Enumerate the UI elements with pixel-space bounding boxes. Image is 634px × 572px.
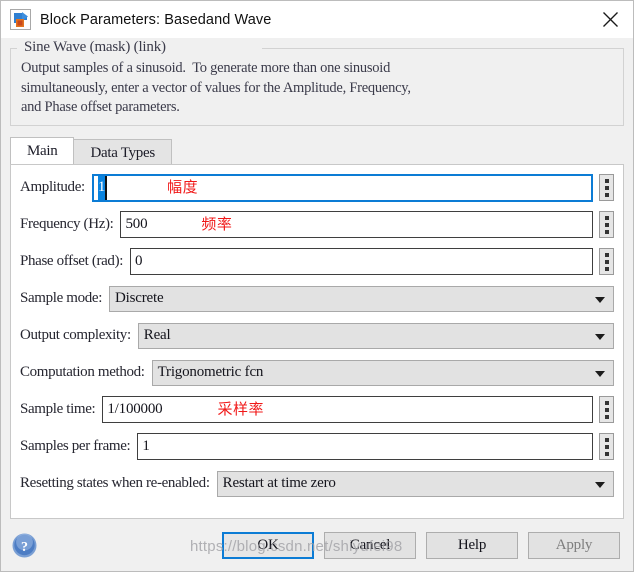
phase-offset-more-button[interactable] [599, 248, 614, 275]
frequency-value: 500 [125, 216, 148, 232]
row-frequency: Frequency (Hz): 500 频率 [20, 210, 614, 240]
amplitude-more-button[interactable] [599, 174, 614, 201]
help-question-icon[interactable]: ? [11, 532, 38, 559]
sample-time-input[interactable]: 1/100000 采样率 [102, 396, 593, 423]
sample-time-annotation: 采样率 [217, 400, 264, 418]
ok-button[interactable]: OK [222, 531, 314, 559]
row-resetting-states: Resetting states when re-enabled: Restar… [20, 469, 614, 499]
svg-text:?: ? [21, 540, 28, 555]
chevron-down-icon [595, 296, 605, 303]
block-parameters-dialog: Block Parameters: Basedand Wave Sine Wav… [0, 0, 634, 572]
sample-time-more-button[interactable] [599, 396, 614, 423]
samples-per-frame-input[interactable]: 1 [137, 433, 593, 460]
dialog-body: Sine Wave (mask) (link) Output samples o… [1, 38, 633, 571]
samples-per-frame-more-button[interactable] [599, 433, 614, 460]
title-bar: Block Parameters: Basedand Wave [1, 1, 633, 38]
frequency-more-button[interactable] [599, 211, 614, 238]
resetting-states-value: Restart at time zero [222, 475, 336, 491]
amplitude-label: Amplitude: [20, 179, 85, 195]
samples-per-frame-label: Samples per frame: [20, 438, 131, 454]
chevron-down-icon [595, 481, 605, 488]
tab-main[interactable]: Main [10, 136, 75, 164]
samples-per-frame-value: 1 [142, 438, 150, 454]
chevron-down-icon [595, 370, 605, 377]
window-title: Block Parameters: Basedand Wave [40, 11, 272, 28]
resetting-states-select[interactable]: Restart at time zero [216, 470, 614, 497]
frequency-label: Frequency (Hz): [20, 216, 114, 232]
computation-method-select[interactable]: Trigonometric fcn [151, 359, 614, 386]
phase-offset-label: Phase offset (rad): [20, 253, 124, 269]
frequency-input[interactable]: 500 频率 [120, 211, 593, 238]
help-button[interactable]: Help [426, 531, 518, 559]
row-sample-time: Sample time: 1/100000 采样率 [20, 395, 614, 425]
sample-mode-value: Discrete [115, 290, 164, 306]
block-type-label: Sine Wave (mask) (link) [20, 39, 170, 56]
frequency-annotation: 频率 [201, 215, 233, 233]
sample-mode-select[interactable]: Discrete [109, 285, 614, 312]
row-output-complexity: Output complexity: Real [20, 321, 614, 351]
output-complexity-select[interactable]: Real [137, 322, 614, 349]
computation-method-value: Trigonometric fcn [157, 364, 264, 380]
description-groupbox: Sine Wave (mask) (link) Output samples o… [10, 39, 624, 126]
amplitude-input[interactable]: 1 幅度 [91, 173, 593, 202]
chevron-down-icon [595, 333, 605, 340]
dialog-footer: ? OK Cancel Help Apply [1, 519, 633, 571]
row-sample-mode: Sample mode: Discrete [20, 284, 614, 314]
resetting-states-label: Resetting states when re-enabled: [20, 475, 210, 491]
computation-method-label: Computation method: [20, 364, 145, 380]
phase-offset-value: 0 [135, 253, 143, 269]
cancel-button[interactable]: Cancel [324, 531, 416, 559]
row-amplitude: Amplitude: 1 幅度 [20, 173, 614, 203]
simulink-block-icon [10, 9, 31, 30]
row-phase-offset: Phase offset (rad): 0 [20, 247, 614, 277]
close-icon[interactable] [587, 2, 633, 38]
row-samples-per-frame: Samples per frame: 1 [20, 432, 614, 462]
amplitude-annotation: 幅度 [167, 178, 199, 196]
tab-strip: Main Data Types [10, 136, 624, 165]
description-text: Output samples of a sinusoid. To generat… [21, 60, 411, 115]
main-tab-panel: Amplitude: 1 幅度 Frequency (Hz): 500 频率 P… [10, 163, 624, 519]
sample-mode-label: Sample mode: [20, 290, 103, 306]
tab-data-types[interactable]: Data Types [73, 138, 172, 165]
amplitude-value: 1 [97, 175, 105, 200]
output-complexity-value: Real [143, 327, 171, 343]
sample-time-value: 1/100000 [107, 401, 163, 417]
output-complexity-label: Output complexity: [20, 327, 131, 343]
button-row: OK Cancel Help Apply [222, 531, 623, 559]
sample-time-label: Sample time: [20, 401, 96, 417]
phase-offset-input[interactable]: 0 [130, 248, 593, 275]
row-computation-method: Computation method: Trigonometric fcn [20, 358, 614, 388]
apply-button[interactable]: Apply [528, 531, 620, 559]
